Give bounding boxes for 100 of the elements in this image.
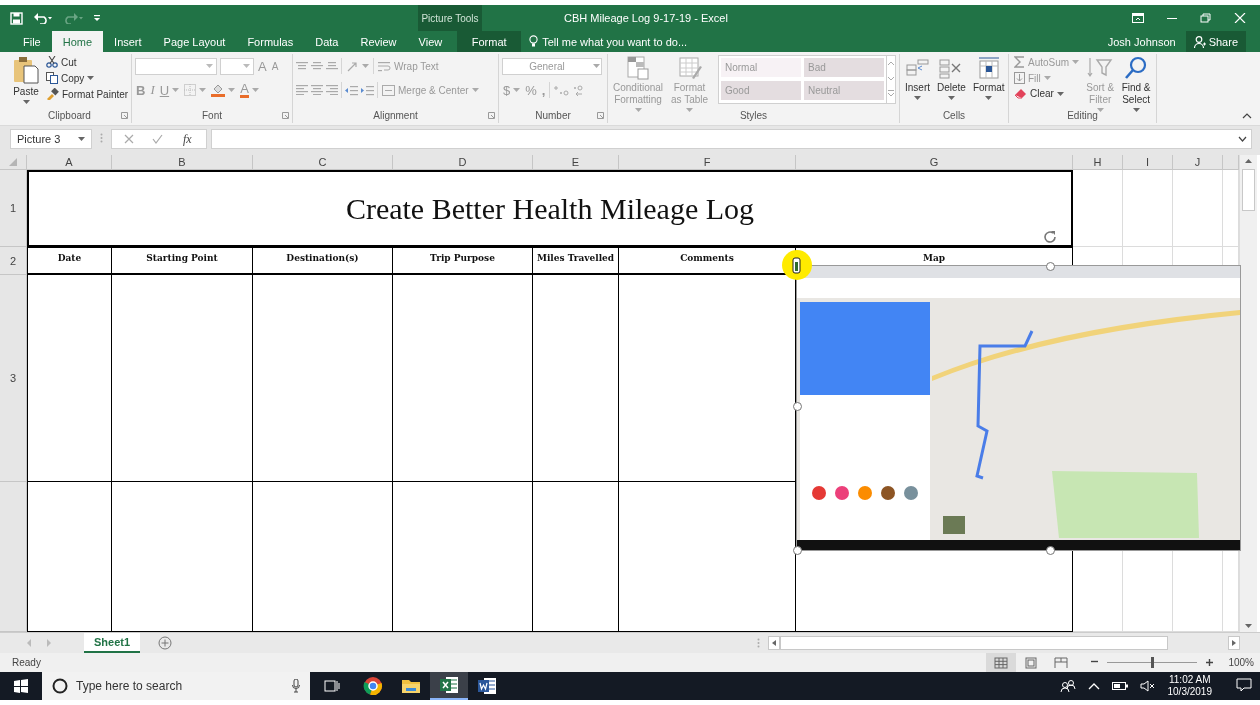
- add-sheet-icon[interactable]: [158, 636, 173, 650]
- name-box[interactable]: Picture 3: [10, 129, 92, 149]
- ribbon-tab[interactable]: File: [12, 31, 52, 52]
- column-header[interactable]: C: [253, 155, 393, 170]
- conditional-formatting-icon: [626, 56, 650, 80]
- column-header[interactable]: H: [1073, 155, 1123, 170]
- ribbon-tab[interactable]: Data: [304, 31, 350, 52]
- caret-icon: [1072, 60, 1080, 64]
- insert-function-button[interactable]: fx: [181, 130, 194, 148]
- ribbon-tab[interactable]: Review: [349, 31, 408, 52]
- scrollbar-thumb[interactable]: [1242, 169, 1255, 211]
- dialog-launcher-icon[interactable]: [121, 112, 128, 119]
- search-field[interactable]: Type here to search: [76, 679, 284, 693]
- delete-button[interactable]: Delete: [935, 55, 968, 101]
- sheet-tab[interactable]: Sheet1: [84, 633, 141, 653]
- column-header[interactable]: B: [112, 155, 253, 170]
- column-header[interactable]: I: [1123, 155, 1173, 170]
- dialog-launcher-icon[interactable]: [282, 112, 289, 119]
- format-painter-button[interactable]: Format Painter: [44, 87, 131, 101]
- ribbon-tab[interactable]: Home: [51, 31, 104, 52]
- customize-toolbar-icon[interactable]: [93, 14, 101, 22]
- caret-icon: [686, 108, 693, 112]
- fill-color-button[interactable]: [210, 82, 237, 98]
- ribbon-tab[interactable]: Format: [457, 31, 522, 52]
- ribbon-tab[interactable]: View: [407, 31, 454, 52]
- share-button[interactable]: Share: [1185, 31, 1246, 52]
- format-cells-icon: [976, 56, 1001, 80]
- column-header[interactable]: G: [796, 155, 1073, 170]
- cancel-icon[interactable]: [124, 134, 134, 144]
- copy-button[interactable]: Copy: [44, 71, 131, 85]
- group-label: Cells: [942, 110, 966, 121]
- people-icon[interactable]: [1059, 679, 1076, 693]
- rotate-handle-icon[interactable]: [1042, 229, 1058, 245]
- column-header[interactable]: F: [619, 155, 796, 170]
- scroll-left-icon[interactable]: [768, 636, 780, 650]
- borders-icon: [184, 84, 197, 96]
- column-heading: Starting Point: [112, 247, 253, 275]
- scissors-icon: [46, 56, 58, 68]
- paint-bucket-icon: [211, 83, 226, 97]
- cut-button[interactable]: Cut: [44, 55, 131, 69]
- font-size-field[interactable]: [220, 57, 254, 75]
- zoom-slider-thumb[interactable]: [1151, 657, 1155, 668]
- column-header[interactable]: E: [533, 155, 619, 170]
- row-header[interactable]: 1: [0, 170, 27, 247]
- format-button[interactable]: Format: [970, 55, 1007, 101]
- scroll-right-icon[interactable]: [1228, 636, 1240, 650]
- dialog-launcher-icon[interactable]: [597, 112, 604, 119]
- expand-formula-bar-icon[interactable]: [1238, 136, 1247, 142]
- group-label: Number: [535, 110, 571, 121]
- column-header[interactable]: D: [393, 155, 533, 170]
- resize-handle[interactable]: [793, 546, 802, 555]
- row-header[interactable]: 2: [0, 247, 27, 275]
- restore-icon[interactable]: [1200, 13, 1212, 23]
- zoom-in-icon[interactable]: [1205, 658, 1215, 667]
- caret-icon: [78, 137, 85, 141]
- tell-me-field[interactable]: Tell me what you want to do...: [542, 35, 713, 48]
- normal-view-icon[interactable]: [986, 653, 1017, 672]
- find-and-select-button[interactable]: Find & Select: [1119, 55, 1153, 113]
- notifications-icon[interactable]: [1236, 676, 1252, 693]
- ribbon-display-options-icon[interactable]: [1132, 13, 1144, 23]
- clock[interactable]: 11:02 AM 10/3/2019: [1167, 674, 1212, 698]
- ribbon-tab[interactable]: Formulas: [236, 31, 305, 52]
- ribbon-tab[interactable]: Page Layout: [152, 31, 237, 52]
- column-header[interactable]: J: [1173, 155, 1223, 170]
- caret-icon: [513, 88, 521, 92]
- undo-icon[interactable]: [33, 12, 53, 24]
- search-bar[interactable]: Type here to search: [42, 672, 310, 700]
- resize-handle[interactable]: [1046, 262, 1055, 271]
- ribbon-tab[interactable]: Insert: [103, 31, 153, 52]
- paste-button[interactable]: Paste: [11, 55, 41, 105]
- increase-indent-icon: [361, 84, 374, 96]
- window-title: CBH Mileage Log 9-17-19 - Excel: [563, 11, 728, 26]
- zoom-level[interactable]: 100%: [1228, 657, 1254, 668]
- resize-handle[interactable]: [1046, 546, 1055, 555]
- chevron-up-icon[interactable]: [1087, 682, 1100, 690]
- microphone-icon: [292, 679, 300, 693]
- font-name-field[interactable]: [135, 57, 217, 75]
- close-icon[interactable]: [1234, 13, 1246, 23]
- sheet-title: Create Better Health Mileage Log: [27, 170, 1073, 247]
- save-icon[interactable]: [10, 11, 23, 25]
- battery-icon[interactable]: [1111, 681, 1128, 691]
- row-header[interactable]: 3: [0, 275, 27, 482]
- wrap-text-icon: [378, 60, 391, 72]
- volume-muted-icon[interactable]: [1139, 680, 1156, 692]
- formula-field[interactable]: [210, 129, 1252, 149]
- corner-triangle-icon: [9, 158, 17, 166]
- spreadsheet-app-icon[interactable]: [430, 672, 468, 700]
- collapse-ribbon-icon[interactable]: [1242, 113, 1252, 119]
- copy-icon: [46, 72, 58, 84]
- eraser-icon: [1014, 88, 1027, 99]
- increase-decimal-icon: [553, 84, 570, 96]
- dialog-launcher-icon[interactable]: [488, 112, 495, 119]
- resize-handle[interactable]: [793, 402, 802, 411]
- clear-button[interactable]: Clear: [1012, 87, 1082, 100]
- group-label: Alignment: [373, 110, 418, 121]
- number-format-dropdown[interactable]: General: [502, 57, 602, 75]
- sum-icon: [1014, 56, 1025, 68]
- insert-button[interactable]: Insert: [903, 55, 932, 101]
- vertical-scrollbar[interactable]: [1239, 155, 1257, 632]
- column-header[interactable]: A: [27, 155, 112, 170]
